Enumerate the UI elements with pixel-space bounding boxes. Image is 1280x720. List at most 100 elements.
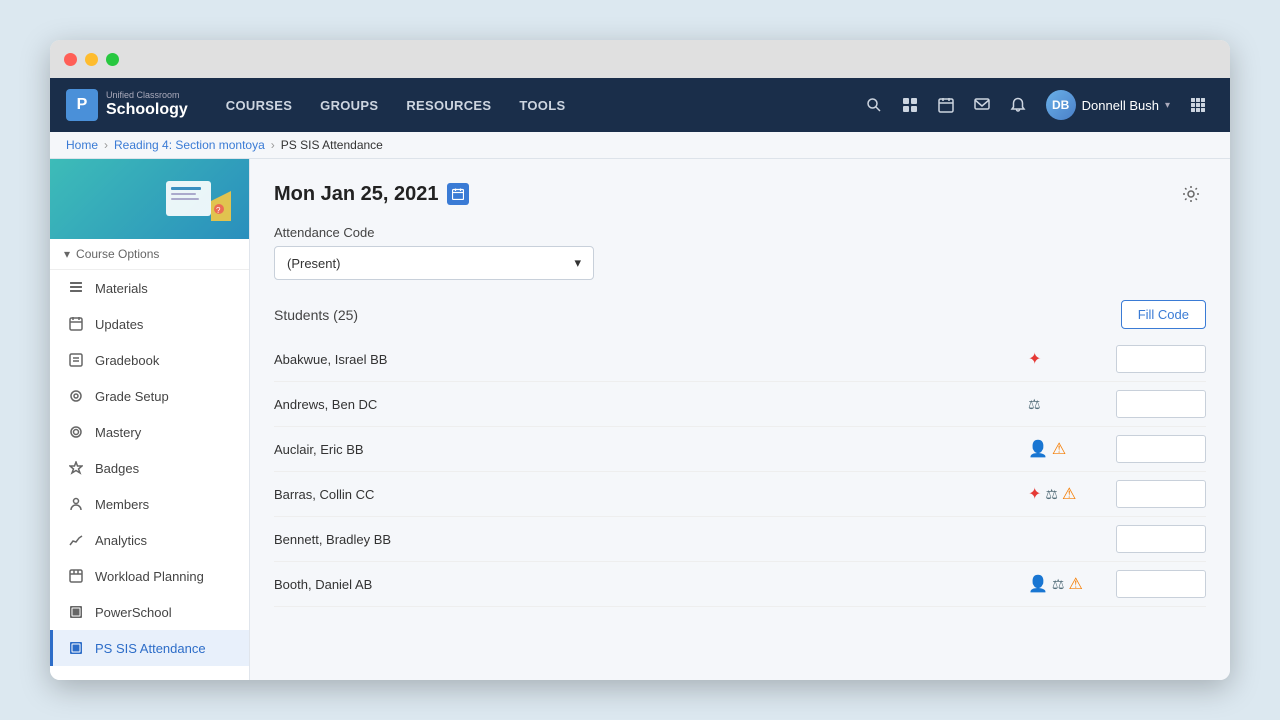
search-button[interactable] xyxy=(858,89,890,121)
student-name: Andrews, Ben DC xyxy=(274,397,1020,412)
minimize-button[interactable] xyxy=(85,53,98,66)
members-icon xyxy=(67,495,85,513)
settings-button[interactable] xyxy=(1176,179,1206,209)
nav-tools[interactable]: TOOLS xyxy=(505,78,579,132)
breadcrumb-home[interactable]: Home xyxy=(66,138,98,152)
chevron-down-icon: ▾ xyxy=(1165,100,1170,111)
attendance-input[interactable] xyxy=(1116,345,1206,373)
ps-sis-attendance-icon xyxy=(67,639,85,657)
logo-unified: Unified Classroom xyxy=(106,91,188,101)
table-row: Abakwue, Israel BB ✦ xyxy=(274,337,1206,382)
user-name: Donnell Bush xyxy=(1082,98,1159,113)
date-header: Mon Jan 25, 2021 xyxy=(274,179,1206,209)
messages-button[interactable] xyxy=(966,89,998,121)
main-layout: ? ▾ Course Options Materials xyxy=(50,159,1230,680)
sidebar-item-powerschool[interactable]: PowerSchool xyxy=(50,594,249,630)
user-avatar: DB xyxy=(1046,90,1076,120)
sidebar-item-mastery[interactable]: Mastery xyxy=(50,414,249,450)
student-name: Barras, Collin CC xyxy=(274,487,1020,502)
sidebar-item-workload-planning[interactable]: Workload Planning xyxy=(50,558,249,594)
sidebar-item-materials-label: Materials xyxy=(95,281,148,296)
logo-text: Unified Classroom Schoology xyxy=(106,91,188,118)
sidebar: ? ▾ Course Options Materials xyxy=(50,159,250,680)
course-options-label: Course Options xyxy=(76,247,159,261)
user-menu-button[interactable]: DB Donnell Bush ▾ xyxy=(1038,86,1178,124)
attendance-input[interactable] xyxy=(1116,390,1206,418)
table-row: Barras, Collin CC ✦ ⚖ ⚠ xyxy=(274,472,1206,517)
attendance-input[interactable] xyxy=(1116,480,1206,508)
sidebar-item-updates[interactable]: Updates xyxy=(50,306,249,342)
student-name: Auclair, Eric BB xyxy=(274,442,1020,457)
maximize-button[interactable] xyxy=(106,53,119,66)
student-icons: ⚖ xyxy=(1028,396,1108,413)
grid-view-button[interactable] xyxy=(894,89,926,121)
student-name: Abakwue, Israel BB xyxy=(274,352,1020,367)
workload-planning-icon xyxy=(67,567,85,585)
app: P Unified Classroom Schoology COURSES GR… xyxy=(50,78,1230,680)
dropdown-chevron-icon: ▾ xyxy=(574,255,581,271)
attendance-input[interactable] xyxy=(1116,525,1206,553)
student-icons: 👤 ⚖ ⚠ xyxy=(1028,574,1108,594)
student-icons: ✦ xyxy=(1028,349,1108,369)
notifications-button[interactable] xyxy=(1002,89,1034,121)
attendance-dropdown[interactable]: (Present) ▾ xyxy=(274,246,594,280)
sidebar-item-members[interactable]: Members xyxy=(50,486,249,522)
nav-groups[interactable]: GROUPS xyxy=(306,78,392,132)
student-name: Booth, Daniel AB xyxy=(274,577,1020,592)
logo-icon: P xyxy=(66,89,98,121)
sidebar-nav: Materials Updates Gradebook xyxy=(50,270,249,680)
course-image: ? xyxy=(50,159,249,239)
logo-area[interactable]: P Unified Classroom Schoology xyxy=(66,89,188,121)
sidebar-item-badges[interactable]: Badges xyxy=(50,450,249,486)
sidebar-item-analytics-label: Analytics xyxy=(95,533,147,548)
person-icon: 👤 xyxy=(1028,439,1048,459)
sidebar-item-ps-sis-attendance[interactable]: PS SIS Attendance xyxy=(50,630,249,666)
attendance-code-label: Attendance Code xyxy=(274,225,1206,240)
course-options-toggle[interactable]: ▾ Course Options xyxy=(50,239,249,270)
sidebar-item-grade-setup[interactable]: Grade Setup xyxy=(50,378,249,414)
gradebook-icon xyxy=(67,351,85,369)
student-icons: 👤 ⚠ xyxy=(1028,439,1108,459)
attendance-input[interactable] xyxy=(1116,570,1206,598)
calendar-icon[interactable] xyxy=(447,183,469,205)
calendar-button[interactable] xyxy=(930,89,962,121)
sidebar-item-gradebook[interactable]: Gradebook xyxy=(50,342,249,378)
nav-links: COURSES GROUPS RESOURCES TOOLS xyxy=(212,78,858,132)
attendance-input[interactable] xyxy=(1116,435,1206,463)
materials-icon xyxy=(67,279,85,297)
table-row: Bennett, Bradley BB xyxy=(274,517,1206,562)
top-nav: P Unified Classroom Schoology COURSES GR… xyxy=(50,78,1230,132)
user-initials: DB xyxy=(1052,98,1069,112)
fill-code-button[interactable]: Fill Code xyxy=(1121,300,1206,329)
warning-icon: ⚠ xyxy=(1062,484,1076,504)
sidebar-item-workload-planning-label: Workload Planning xyxy=(95,569,204,584)
sidebar-item-ps-sis-attendance-label: PS SIS Attendance xyxy=(95,641,206,656)
date-text: Mon Jan 25, 2021 xyxy=(274,183,439,206)
analytics-icon xyxy=(67,531,85,549)
table-row: Booth, Daniel AB 👤 ⚖ ⚠ xyxy=(274,562,1206,607)
nav-courses[interactable]: COURSES xyxy=(212,78,306,132)
scale-icon: ⚖ xyxy=(1028,396,1041,413)
breadcrumb-sep-1: › xyxy=(104,138,108,152)
breadcrumb-section[interactable]: Reading 4: Section montoya xyxy=(114,138,265,152)
content-area: Mon Jan 25, 2021 xyxy=(250,159,1230,680)
students-header: Students (25) Fill Code xyxy=(274,300,1206,329)
mastery-icon xyxy=(67,423,85,441)
students-count-label: Students (25) xyxy=(274,307,358,323)
sidebar-item-materials[interactable]: Materials xyxy=(50,270,249,306)
scale-icon: ⚖ xyxy=(1052,576,1065,593)
student-icons: ✦ ⚖ ⚠ xyxy=(1028,484,1108,504)
sidebar-item-badges-label: Badges xyxy=(95,461,139,476)
students-list: Abakwue, Israel BB ✦ Andrews, Ben DC ⚖ xyxy=(274,337,1206,607)
attendance-code-value: (Present) xyxy=(287,256,340,271)
apps-grid-button[interactable] xyxy=(1182,89,1214,121)
updates-icon xyxy=(67,315,85,333)
nav-resources[interactable]: RESOURCES xyxy=(392,78,505,132)
attendance-section: Attendance Code (Present) ▾ xyxy=(274,225,1206,280)
sidebar-item-members-label: Members xyxy=(95,497,149,512)
close-button[interactable] xyxy=(64,53,77,66)
medical-icon: ✦ xyxy=(1028,484,1041,504)
sidebar-item-powerschool-label: PowerSchool xyxy=(95,605,172,620)
sidebar-item-analytics[interactable]: Analytics xyxy=(50,522,249,558)
breadcrumb: Home › Reading 4: Section montoya › PS S… xyxy=(50,132,1230,159)
